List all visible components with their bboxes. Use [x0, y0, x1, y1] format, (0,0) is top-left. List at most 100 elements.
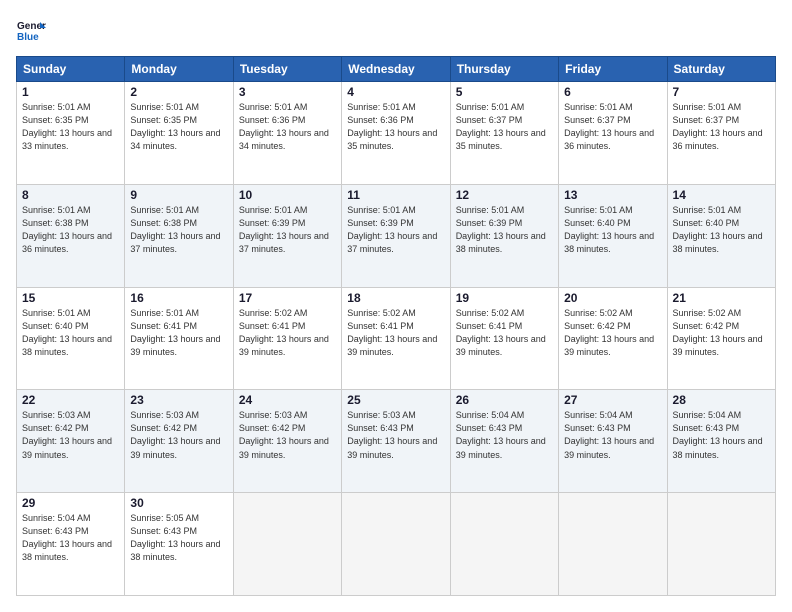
day-info: Sunrise: 5:04 AMSunset: 6:43 PMDaylight:…	[673, 409, 770, 461]
day-info: Sunrise: 5:01 AMSunset: 6:36 PMDaylight:…	[347, 101, 444, 153]
day-number: 27	[564, 393, 661, 407]
day-info: Sunrise: 5:01 AMSunset: 6:36 PMDaylight:…	[239, 101, 336, 153]
day-number: 16	[130, 291, 227, 305]
calendar-cell: 29 Sunrise: 5:04 AMSunset: 6:43 PMDayligh…	[17, 493, 125, 596]
calendar-cell: 16 Sunrise: 5:01 AMSunset: 6:41 PMDayligh…	[125, 287, 233, 390]
calendar-cell: 15Sunrise: 5:01 AMSunset: 6:40 PMDayligh…	[17, 287, 125, 390]
calendar-cell: 14 Sunrise: 5:01 AMSunset: 6:40 PMDayligh…	[667, 184, 775, 287]
calendar-cell: 17 Sunrise: 5:02 AMSunset: 6:41 PMDayligh…	[233, 287, 341, 390]
day-number: 30	[130, 496, 227, 510]
day-number: 4	[347, 85, 444, 99]
calendar-cell: 20 Sunrise: 5:02 AMSunset: 6:42 PMDayligh…	[559, 287, 667, 390]
day-info: Sunrise: 5:04 AMSunset: 6:43 PMDaylight:…	[564, 409, 661, 461]
calendar-week-row: 1Sunrise: 5:01 AMSunset: 6:35 PMDaylight…	[17, 82, 776, 185]
day-number: 8	[22, 188, 119, 202]
weekday-header-monday: Monday	[125, 57, 233, 82]
calendar-week-row: 22 Sunrise: 5:03 AMSunset: 6:42 PMDayligh…	[17, 390, 776, 493]
day-info: Sunrise: 5:01 AMSunset: 6:37 PMDaylight:…	[564, 101, 661, 153]
weekday-header-wednesday: Wednesday	[342, 57, 450, 82]
day-number: 10	[239, 188, 336, 202]
calendar-cell: 5 Sunrise: 5:01 AMSunset: 6:37 PMDaylight…	[450, 82, 558, 185]
calendar-cell: 19 Sunrise: 5:02 AMSunset: 6:41 PMDayligh…	[450, 287, 558, 390]
day-number: 2	[130, 85, 227, 99]
calendar-cell: 4 Sunrise: 5:01 AMSunset: 6:36 PMDaylight…	[342, 82, 450, 185]
day-number: 21	[673, 291, 770, 305]
logo-graphic: General Blue	[16, 16, 46, 46]
calendar-cell: 13 Sunrise: 5:01 AMSunset: 6:40 PMDayligh…	[559, 184, 667, 287]
calendar-table: SundayMondayTuesdayWednesdayThursdayFrid…	[16, 56, 776, 596]
day-number: 3	[239, 85, 336, 99]
calendar-cell: 27 Sunrise: 5:04 AMSunset: 6:43 PMDayligh…	[559, 390, 667, 493]
day-info: Sunrise: 5:05 AMSunset: 6:43 PMDaylight:…	[130, 512, 227, 564]
day-number: 20	[564, 291, 661, 305]
day-number: 13	[564, 188, 661, 202]
weekday-header-saturday: Saturday	[667, 57, 775, 82]
day-info: Sunrise: 5:01 AMSunset: 6:40 PMDaylight:…	[673, 204, 770, 256]
day-info: Sunrise: 5:04 AMSunset: 6:43 PMDaylight:…	[456, 409, 553, 461]
day-number: 22	[22, 393, 119, 407]
calendar-cell: 18Sunrise: 5:02 AMSunset: 6:41 PMDayligh…	[342, 287, 450, 390]
page: General Blue SundayMondayTuesdayWednesda…	[0, 0, 792, 612]
day-number: 18	[347, 291, 444, 305]
header: General Blue	[16, 16, 776, 46]
calendar-cell: 11Sunrise: 5:01 AMSunset: 6:39 PMDayligh…	[342, 184, 450, 287]
calendar-cell: 26 Sunrise: 5:04 AMSunset: 6:43 PMDayligh…	[450, 390, 558, 493]
day-info: Sunrise: 5:01 AMSunset: 6:41 PMDaylight:…	[130, 307, 227, 359]
svg-text:Blue: Blue	[17, 32, 39, 43]
day-info: Sunrise: 5:02 AMSunset: 6:42 PMDaylight:…	[673, 307, 770, 359]
day-info: Sunrise: 5:02 AMSunset: 6:41 PMDaylight:…	[456, 307, 553, 359]
calendar-week-row: 15Sunrise: 5:01 AMSunset: 6:40 PMDayligh…	[17, 287, 776, 390]
calendar-cell: 28 Sunrise: 5:04 AMSunset: 6:43 PMDayligh…	[667, 390, 775, 493]
day-number: 28	[673, 393, 770, 407]
day-number: 12	[456, 188, 553, 202]
calendar-cell: 10Sunrise: 5:01 AMSunset: 6:39 PMDayligh…	[233, 184, 341, 287]
logo: General Blue	[16, 16, 46, 46]
day-info: Sunrise: 5:01 AMSunset: 6:38 PMDaylight:…	[130, 204, 227, 256]
calendar-cell: 30 Sunrise: 5:05 AMSunset: 6:43 PMDayligh…	[125, 493, 233, 596]
day-info: Sunrise: 5:03 AMSunset: 6:42 PMDaylight:…	[239, 409, 336, 461]
day-number: 25	[347, 393, 444, 407]
day-info: Sunrise: 5:03 AMSunset: 6:43 PMDaylight:…	[347, 409, 444, 461]
day-info: Sunrise: 5:01 AMSunset: 6:37 PMDaylight:…	[673, 101, 770, 153]
day-number: 19	[456, 291, 553, 305]
day-info: Sunrise: 5:01 AMSunset: 6:39 PMDaylight:…	[347, 204, 444, 256]
calendar-cell: 12 Sunrise: 5:01 AMSunset: 6:39 PMDayligh…	[450, 184, 558, 287]
day-info: Sunrise: 5:01 AMSunset: 6:40 PMDaylight:…	[564, 204, 661, 256]
day-info: Sunrise: 5:01 AMSunset: 6:35 PMDaylight:…	[130, 101, 227, 153]
day-info: Sunrise: 5:02 AMSunset: 6:42 PMDaylight:…	[564, 307, 661, 359]
calendar-cell	[559, 493, 667, 596]
calendar-cell	[233, 493, 341, 596]
day-number: 15	[22, 291, 119, 305]
calendar-cell	[667, 493, 775, 596]
day-number: 9	[130, 188, 227, 202]
day-number: 17	[239, 291, 336, 305]
day-number: 14	[673, 188, 770, 202]
day-number: 24	[239, 393, 336, 407]
calendar-cell: 22 Sunrise: 5:03 AMSunset: 6:42 PMDayligh…	[17, 390, 125, 493]
day-info: Sunrise: 5:01 AMSunset: 6:39 PMDaylight:…	[456, 204, 553, 256]
day-info: Sunrise: 5:01 AMSunset: 6:38 PMDaylight:…	[22, 204, 119, 256]
day-info: Sunrise: 5:03 AMSunset: 6:42 PMDaylight:…	[22, 409, 119, 461]
day-info: Sunrise: 5:04 AMSunset: 6:43 PMDaylight:…	[22, 512, 119, 564]
day-number: 23	[130, 393, 227, 407]
day-info: Sunrise: 5:02 AMSunset: 6:41 PMDaylight:…	[239, 307, 336, 359]
day-info: Sunrise: 5:03 AMSunset: 6:42 PMDaylight:…	[130, 409, 227, 461]
day-number: 7	[673, 85, 770, 99]
calendar-cell: 25 Sunrise: 5:03 AMSunset: 6:43 PMDayligh…	[342, 390, 450, 493]
calendar-cell: 24 Sunrise: 5:03 AMSunset: 6:42 PMDayligh…	[233, 390, 341, 493]
weekday-header-friday: Friday	[559, 57, 667, 82]
calendar-cell: 6 Sunrise: 5:01 AMSunset: 6:37 PMDaylight…	[559, 82, 667, 185]
day-info: Sunrise: 5:01 AMSunset: 6:35 PMDaylight:…	[22, 101, 119, 153]
day-info: Sunrise: 5:01 AMSunset: 6:37 PMDaylight:…	[456, 101, 553, 153]
calendar-cell	[450, 493, 558, 596]
calendar-cell: 2 Sunrise: 5:01 AMSunset: 6:35 PMDaylight…	[125, 82, 233, 185]
day-number: 26	[456, 393, 553, 407]
day-number: 6	[564, 85, 661, 99]
calendar-cell	[342, 493, 450, 596]
calendar-cell: 21 Sunrise: 5:02 AMSunset: 6:42 PMDayligh…	[667, 287, 775, 390]
day-number: 29	[22, 496, 119, 510]
day-number: 5	[456, 85, 553, 99]
calendar-cell: 7 Sunrise: 5:01 AMSunset: 6:37 PMDaylight…	[667, 82, 775, 185]
calendar-cell: 3 Sunrise: 5:01 AMSunset: 6:36 PMDaylight…	[233, 82, 341, 185]
calendar-week-row: 8 Sunrise: 5:01 AMSunset: 6:38 PMDaylight…	[17, 184, 776, 287]
